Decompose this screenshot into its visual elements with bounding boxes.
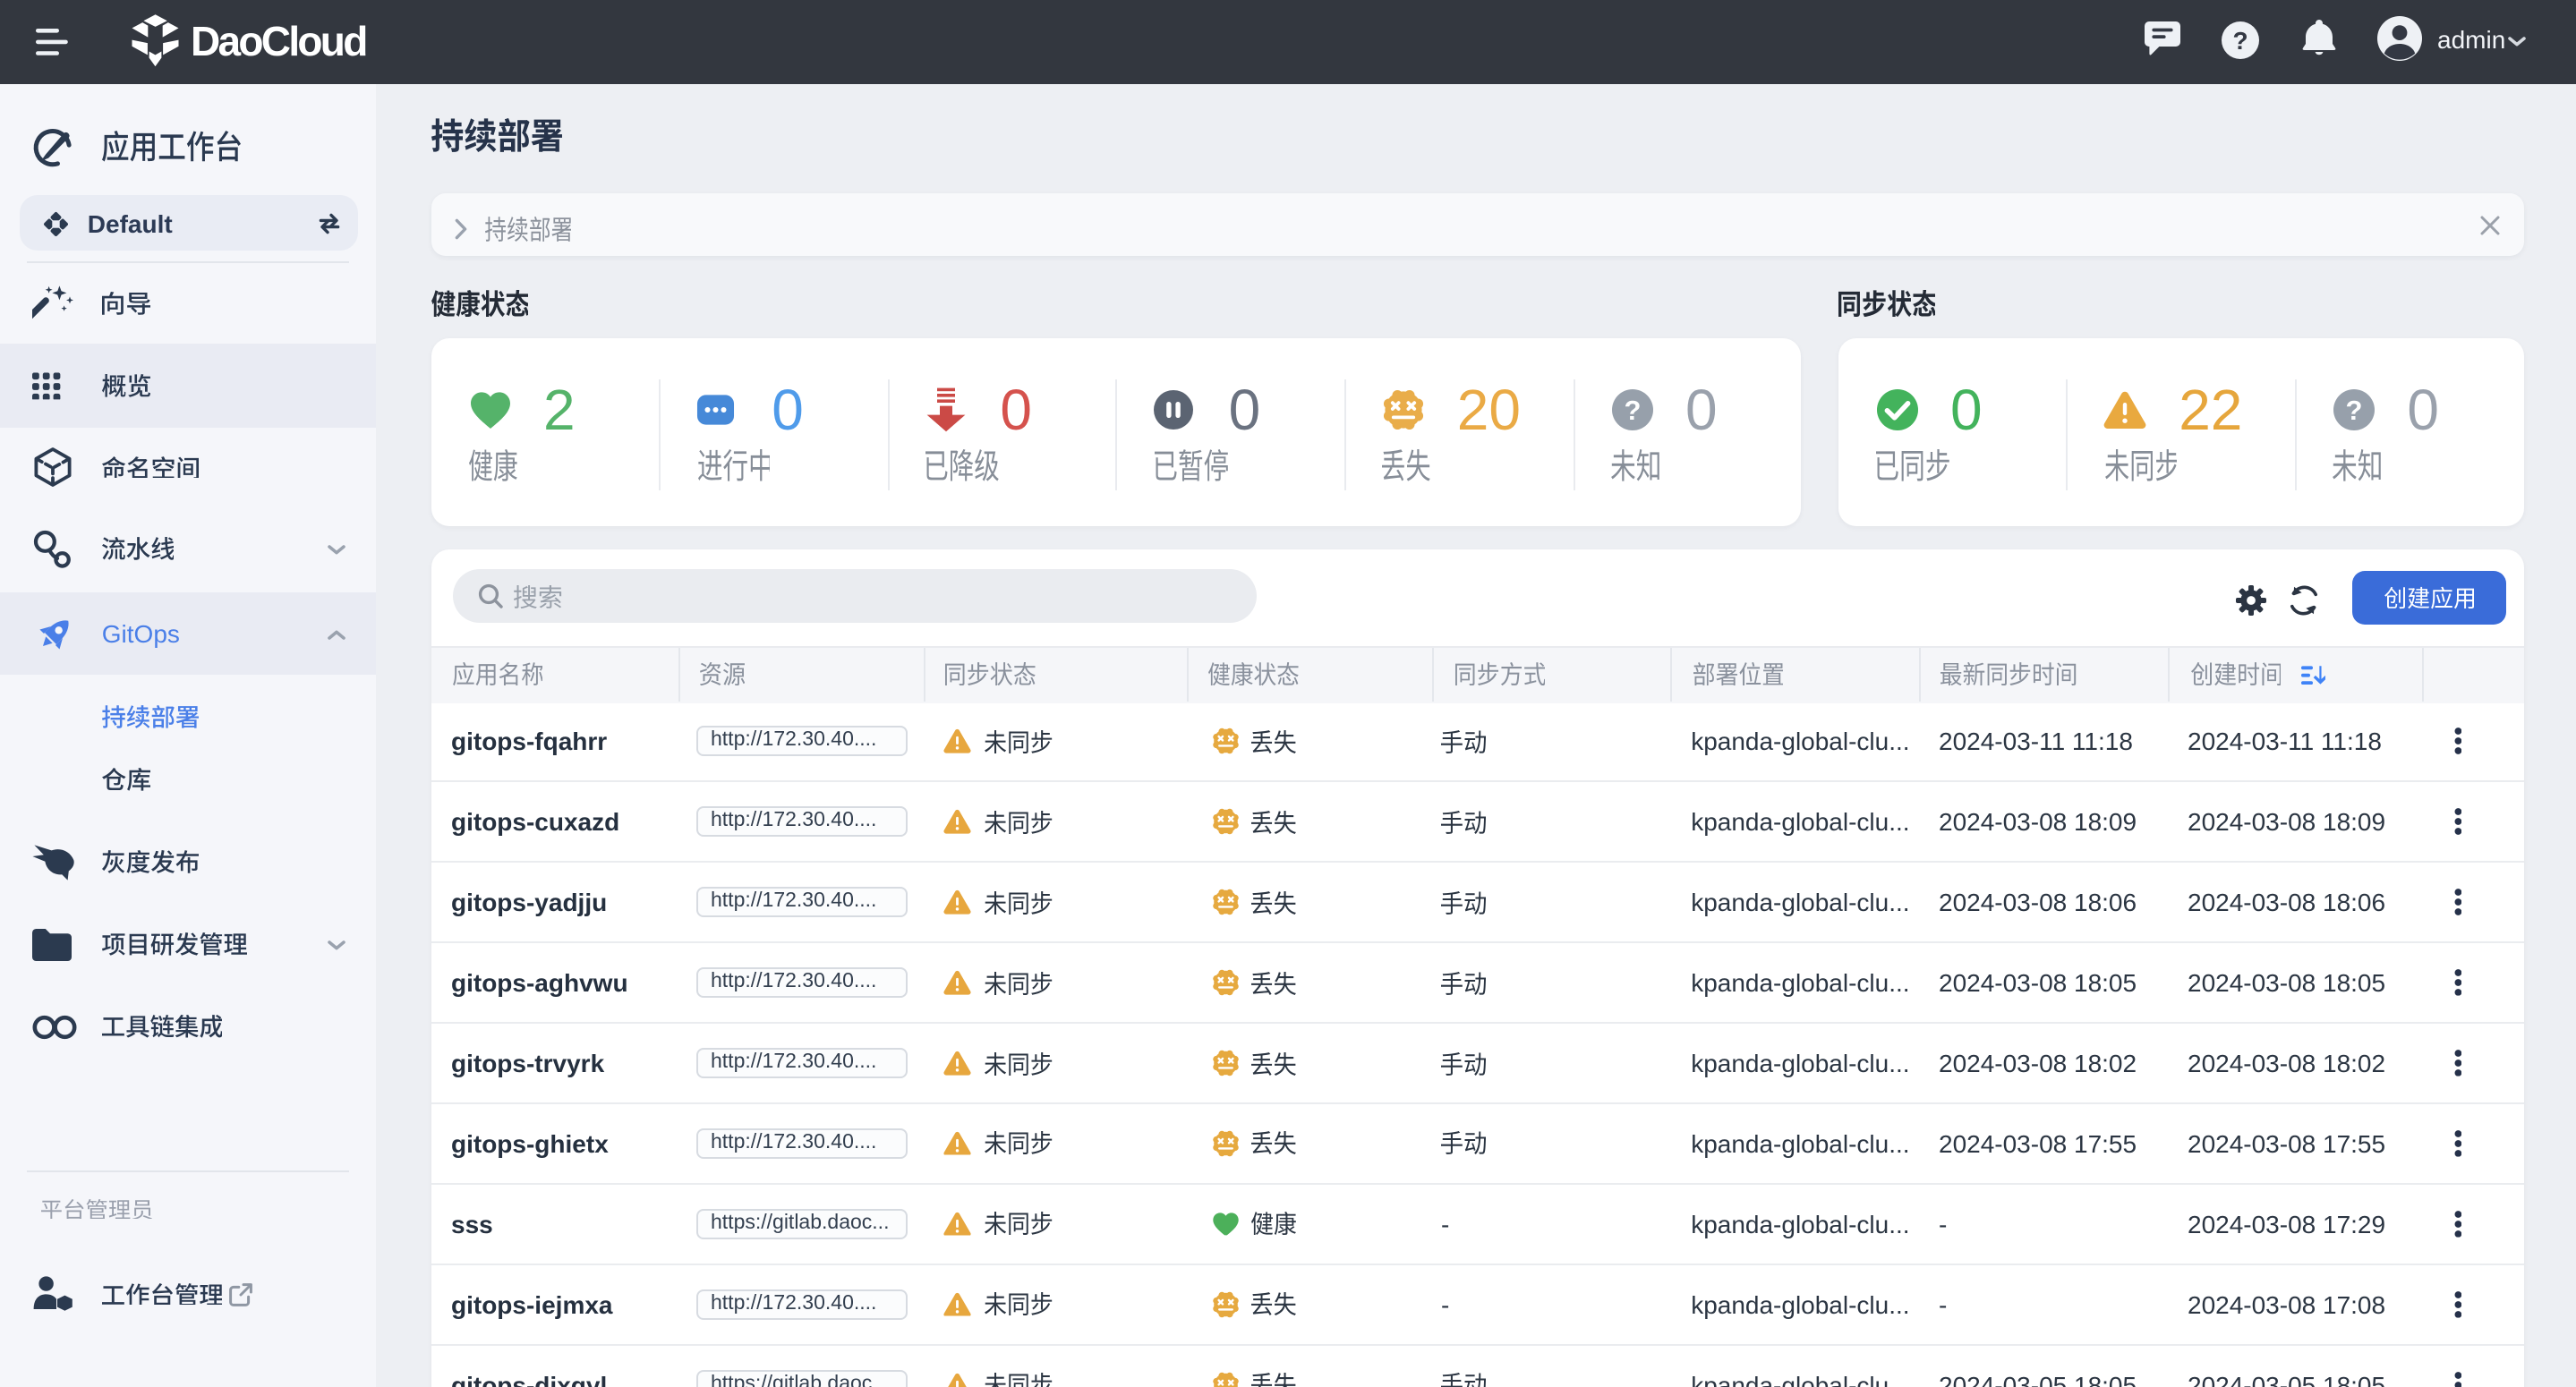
svg-text:?: ? [2232, 26, 2248, 54]
svg-text:?: ? [1624, 395, 1641, 426]
svg-text:?: ? [2345, 395, 2362, 426]
